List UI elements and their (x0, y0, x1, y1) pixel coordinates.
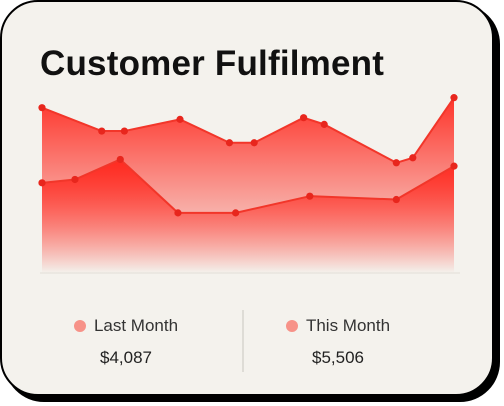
point-this-month-8[interactable] (392, 159, 400, 167)
legend-divider (242, 310, 244, 372)
point-this-month-6[interactable] (300, 114, 308, 122)
point-this-month-4[interactable] (225, 139, 234, 147)
last-month-value: $4,087 (100, 348, 152, 367)
point-last-month-4[interactable] (232, 209, 240, 217)
point-this-month-7[interactable] (320, 120, 328, 128)
point-this-month-0[interactable] (38, 104, 46, 112)
point-this-month-9[interactable] (409, 154, 417, 162)
this-month-label: This Month (305, 316, 391, 335)
series-layer (38, 94, 458, 274)
point-this-month-5[interactable] (250, 139, 258, 147)
point-last-month-1[interactable] (71, 175, 79, 184)
legend-item-this-month: This Month $5,506 (258, 316, 418, 368)
point-last-month-7[interactable] (450, 162, 458, 170)
point-this-month-3[interactable] (176, 115, 184, 123)
legend-item-last-month: Last Month $4,087 (46, 316, 206, 368)
point-this-month-1[interactable] (98, 127, 106, 135)
last-month-label: Last Month (93, 316, 179, 335)
point-this-month-10[interactable] (450, 94, 458, 102)
point-last-month-2[interactable] (116, 155, 124, 164)
point-last-month-5[interactable] (306, 192, 314, 200)
point-last-month-6[interactable] (392, 195, 400, 204)
this-month-swatch (285, 320, 298, 332)
fulfilment-card: Customer Fulfilment Last Month $4,087 Th… (0, 0, 494, 396)
point-this-month-2[interactable] (120, 127, 128, 135)
legend: Last Month $4,087 This Month $5,506 (2, 302, 492, 372)
fulfilment-chart (38, 94, 460, 274)
this-month-value: $5,506 (312, 348, 364, 367)
point-last-month-0[interactable] (38, 179, 46, 187)
point-last-month-3[interactable] (174, 209, 182, 217)
last-month-swatch (73, 320, 86, 332)
